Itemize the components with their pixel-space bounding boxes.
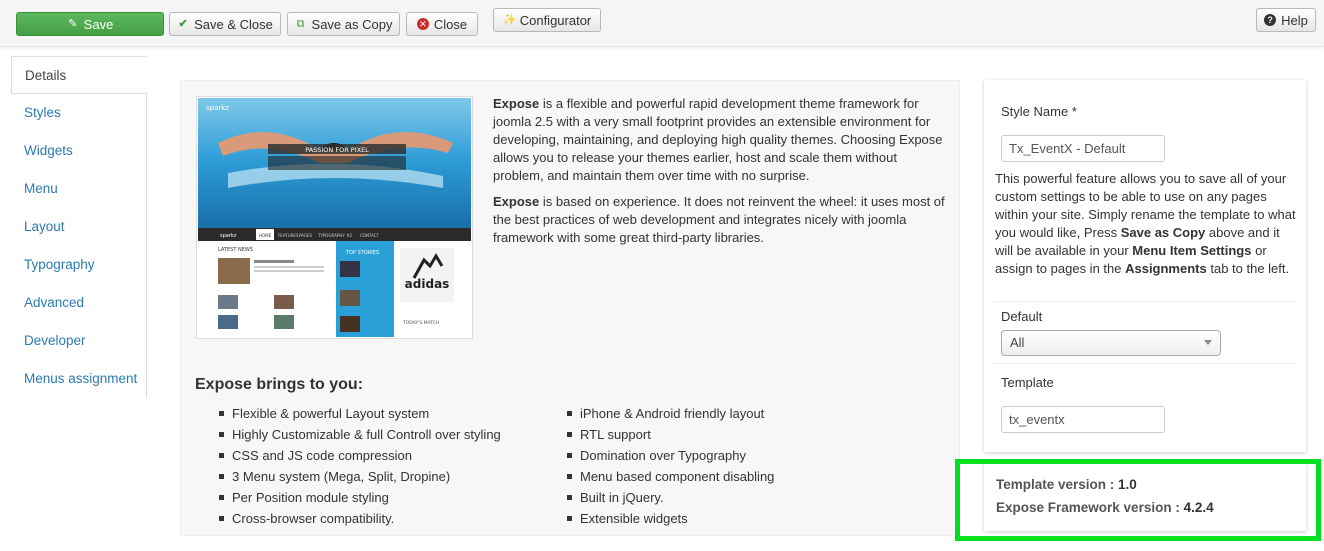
help-label: Help — [1281, 12, 1308, 28]
configurator-button[interactable]: ✨ Configurator — [493, 8, 601, 32]
preview-nav-features: FEATURES — [278, 233, 299, 238]
save-copy-label: Save as Copy — [311, 16, 393, 32]
default-select[interactable]: All — [1001, 330, 1221, 356]
framework-description: Expose is a flexible and powerful rapid … — [493, 95, 948, 255]
toolbar: ✎ Save ✔ Save & Close ⧉ Save as Copy ✕ C… — [0, 0, 1324, 47]
feature-item: CSS and JS code compression — [219, 445, 501, 466]
feature-item: Domination over Typography — [567, 445, 774, 466]
features-list-left: Flexible & powerful Layout system Highly… — [219, 403, 501, 529]
expose-name: Expose — [493, 194, 540, 209]
preview-logo: sparkz — [206, 104, 229, 112]
news-line — [254, 270, 324, 272]
template-label: Template — [1001, 375, 1054, 390]
template-input[interactable]: tx_eventx — [1001, 406, 1165, 433]
tab-details[interactable]: Details — [11, 56, 147, 94]
features-title: Expose brings to you: — [195, 376, 364, 393]
description-text-1: is a flexible and powerful rapid develop… — [493, 96, 943, 183]
expose-name: Expose — [493, 96, 540, 111]
save-close-label: Save & Close — [194, 16, 273, 32]
news-thumb-main — [218, 258, 250, 284]
news-thumb — [274, 315, 294, 329]
feature-item: iPhone & Android friendly layout — [567, 403, 774, 424]
tab-list: Details Styles Widgets Menu Layout Typog… — [11, 56, 147, 398]
tabs-divider — [146, 94, 147, 398]
hero-caption: PASSION FOR PIXEL — [305, 146, 369, 154]
template-details-panel: sparkz PASSION FOR PIXEL sparkz HOME FEA… — [180, 80, 960, 536]
save-copy-button[interactable]: ⧉ Save as Copy — [287, 12, 400, 36]
version-highlight-frame — [955, 459, 1321, 541]
news-thumb — [218, 295, 238, 309]
style-help-text: This powerful feature allows you to save… — [995, 170, 1299, 278]
close-label: Close — [433, 16, 468, 32]
style-name-input[interactable]: Tx_EventX - Default — [1001, 135, 1165, 162]
adidas-logo: adidas — [405, 277, 450, 291]
description-paragraph-2: Expose is based on experience. It does n… — [493, 193, 948, 247]
feature-item: Cross-browser compatibility. — [219, 508, 501, 529]
help-save-as-copy: Save as Copy — [1120, 225, 1206, 240]
features-list-right: iPhone & Android friendly layout RTL sup… — [567, 403, 774, 529]
news-thumb — [274, 295, 294, 309]
news-thumb — [218, 315, 238, 329]
template-preview-image: sparkz PASSION FOR PIXEL sparkz HOME FEA… — [196, 96, 473, 339]
preview-latest-news: LATEST NEWS — [218, 247, 253, 253]
tab-advanced[interactable]: Advanced — [11, 284, 147, 322]
close-button[interactable]: ✕ Close — [406, 12, 478, 36]
tab-typography[interactable]: Typography — [11, 246, 147, 284]
edit-icon: ✎ — [68, 18, 78, 30]
preview-todays-match: TODAY'S MATCH — [402, 320, 439, 326]
description-paragraph-1: Expose is a flexible and powerful rapid … — [493, 95, 948, 185]
save-label: Save — [83, 16, 114, 32]
chevron-down-icon — [1204, 340, 1212, 345]
help-assignments: Assignments — [1125, 261, 1207, 276]
preview-nav-home: HOME — [259, 233, 272, 238]
news-line — [254, 260, 294, 263]
divider — [994, 363, 1296, 364]
copy-icon: ⧉ — [296, 18, 305, 30]
feature-item: Highly Customizable & full Controll over… — [219, 424, 501, 445]
preview-nav-pages: PAGES — [299, 233, 312, 238]
close-icon: ✕ — [416, 18, 429, 30]
style-name-label: Style Name * — [1001, 104, 1077, 119]
feature-item: Flexible & powerful Layout system — [219, 403, 501, 424]
default-label: Default — [1001, 309, 1043, 324]
tab-menu[interactable]: Menu — [11, 170, 147, 208]
magic-wand-icon: ✨ — [502, 14, 517, 26]
feature-item: Per Position module styling — [219, 487, 501, 508]
feature-item: Menu based component disabling — [567, 466, 774, 487]
description-text-2: is based on experience. It does not rein… — [493, 194, 945, 245]
style-settings-panel: Style Name * Tx_EventX - Default This po… — [984, 80, 1306, 452]
tab-menus-assignment[interactable]: Menus assignment — [11, 360, 147, 398]
feature-item: Built in jQuery. — [567, 487, 774, 508]
preview-nav-k2: K2 — [347, 233, 353, 238]
preview-top-stories: TOP STORIES — [345, 250, 379, 256]
question-icon: ? — [1264, 14, 1277, 26]
tab-styles[interactable]: Styles — [11, 94, 147, 132]
preview-nav-typography: TYPOGRAPHY — [317, 233, 345, 238]
help-text-part: tab to the left. — [1206, 261, 1290, 276]
template-preview-graphic: sparkz PASSION FOR PIXEL sparkz HOME FEA… — [198, 98, 471, 337]
check-icon: ✔ — [178, 18, 188, 30]
hero-text-bar — [268, 156, 406, 170]
feature-item: 3 Menu system (Mega, Split, Dropine) — [219, 466, 501, 487]
story-thumb — [340, 261, 360, 277]
help-menu-item-settings: Menu Item Settings — [1132, 243, 1252, 258]
story-thumb — [340, 290, 360, 306]
story-thumb — [340, 316, 360, 332]
help-button[interactable]: ? Help — [1256, 8, 1316, 32]
default-select-value: All — [1010, 335, 1025, 350]
save-close-button[interactable]: ✔ Save & Close — [169, 12, 281, 36]
save-button[interactable]: ✎ Save — [16, 12, 164, 36]
preview-nav-contact: CONTACT — [360, 233, 380, 238]
feature-item: Extensible widgets — [567, 508, 774, 529]
brand-box — [400, 248, 454, 302]
tab-widgets[interactable]: Widgets — [11, 132, 147, 170]
configurator-label: Configurator — [519, 12, 592, 28]
tab-layout[interactable]: Layout — [11, 208, 147, 246]
feature-item: RTL support — [567, 424, 774, 445]
divider — [994, 301, 1296, 302]
tab-developer[interactable]: Developer — [11, 322, 147, 360]
preview-logo-small: sparkz — [220, 233, 237, 239]
news-line — [254, 266, 324, 268]
